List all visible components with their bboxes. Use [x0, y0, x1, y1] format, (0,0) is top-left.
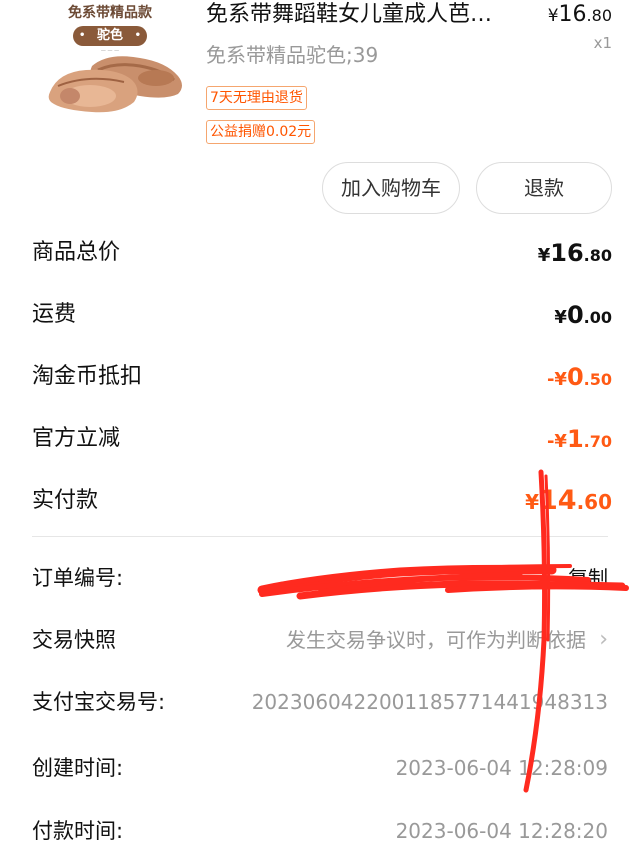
price-decimal: .60: [576, 490, 612, 514]
info-row-alipay-number: 支付宝交易号: 2023060422001185771441948313: [32, 687, 608, 717]
ballet-shoe-picture: [48, 56, 182, 113]
price-row-total-paid: 实付款 ¥14.60: [32, 486, 612, 516]
info-row-value: 2023-06-04 12:28:20: [395, 819, 608, 843]
tag-charity-donation: 公益捐赠0.02元: [206, 120, 316, 144]
tag-7day-return: 7天无理由退货: [206, 86, 307, 110]
info-row-created-time: 创建时间: 2023-06-04 12:28:09: [32, 753, 608, 783]
info-row-label: 交易快照: [32, 628, 116, 652]
price-integer: 0: [566, 363, 584, 391]
price-integer: 16: [550, 239, 584, 267]
price-row-value: ¥0.00: [554, 300, 612, 333]
price-currency: ¥: [537, 245, 551, 266]
product-card[interactable]: 免系带精品款 驼色 — — — 免系带舞蹈鞋女儿童成人芭… ¥16.80 x1 …: [0, 0, 640, 232]
price-decimal: .50: [583, 370, 612, 389]
copy-button[interactable]: 复制: [568, 563, 608, 593]
product-title[interactable]: 免系带舞蹈鞋女儿童成人芭…: [206, 0, 526, 30]
info-row-value: 2023-06-04 12:28:09: [395, 756, 608, 780]
info-row-snapshot[interactable]: 交易快照 发生交易争议时，可作为判断依据 ›: [32, 625, 608, 655]
price-row-coin-deduction: 淘金币抵扣 -¥0.50: [32, 362, 612, 392]
price-decimal: .80: [583, 246, 612, 265]
refund-button[interactable]: 退款: [476, 162, 612, 214]
price-integer: 0: [566, 301, 584, 329]
info-row-label: 支付宝交易号:: [32, 690, 166, 714]
price-currency: -¥: [546, 431, 567, 452]
price-integer: 1: [566, 425, 584, 453]
product-image[interactable]: 免系带精品款 驼色 — — —: [28, 0, 192, 138]
price-row-value: -¥0.50: [547, 362, 612, 395]
price-row-label: 淘金币抵扣: [32, 364, 143, 389]
product-quantity: x1: [593, 34, 612, 52]
info-row-label: 创建时间:: [32, 756, 124, 780]
price-decimal: .00: [583, 308, 612, 327]
price-row-shipping: 运费 ¥0.00: [32, 300, 612, 330]
product-price-decimal: .80: [586, 6, 612, 25]
info-row-order-number: 订单编号: 复制: [32, 563, 608, 593]
section-divider: [32, 536, 608, 537]
price-currency: -¥: [546, 369, 567, 390]
price-currency: ¥: [525, 490, 539, 514]
price-row-label: 运费: [32, 302, 77, 327]
product-sku: 免系带精品驼色;39: [206, 43, 379, 67]
add-to-cart-button[interactable]: 加入购物车: [322, 162, 460, 214]
chevron-right-icon: ›: [599, 627, 608, 652]
price-row-value: ¥16.80: [538, 238, 612, 271]
product-price-currency: ¥: [547, 6, 559, 26]
info-row-label: 订单编号:: [32, 566, 124, 590]
price-row-label: 商品总价: [32, 240, 121, 265]
price-row-label: 实付款: [32, 488, 99, 513]
price-currency: ¥: [554, 307, 567, 328]
price-row-subtotal: 商品总价 ¥16.80: [32, 238, 612, 268]
price-row-value: -¥1.70: [547, 424, 612, 457]
product-price: ¥16.80: [548, 2, 612, 29]
price-row-value: ¥14.60: [525, 486, 612, 517]
info-row-value: 2023060422001185771441948313: [251, 690, 608, 714]
info-row-value: 发生交易争议时，可作为判断依据: [286, 628, 586, 652]
price-row-label: 官方立减: [32, 426, 121, 451]
price-decimal: .70: [583, 432, 612, 451]
info-row-paid-time: 付款时间: 2023-06-04 12:28:20: [32, 816, 608, 846]
price-integer: 14: [538, 485, 577, 516]
product-price-integer: 16: [558, 2, 587, 27]
info-row-label: 付款时间:: [32, 819, 124, 843]
price-row-official-discount: 官方立减 -¥1.70: [32, 424, 612, 454]
